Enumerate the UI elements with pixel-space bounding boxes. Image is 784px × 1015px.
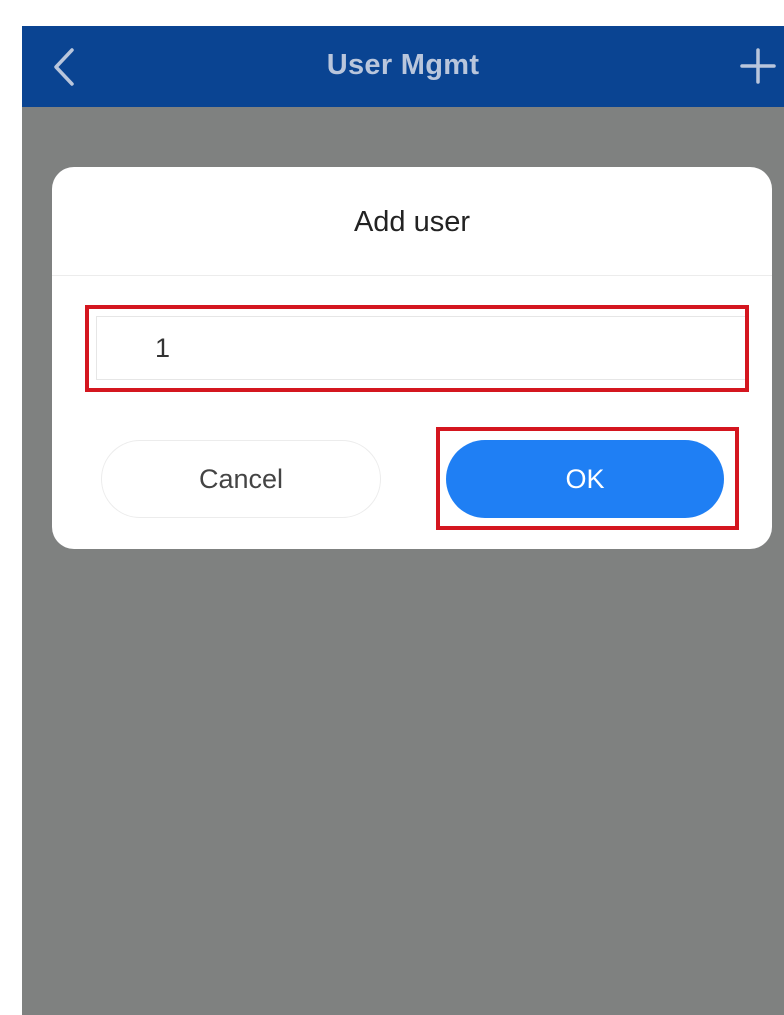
add-user-button[interactable] — [740, 48, 776, 84]
ok-button[interactable]: OK — [446, 440, 724, 518]
dialog-divider — [52, 275, 772, 276]
app-screen: User Mgmt Add user Cancel OK — [22, 26, 784, 1015]
cancel-button[interactable]: Cancel — [101, 440, 381, 518]
page-title: User Mgmt — [326, 49, 480, 81]
dialog-title: Add user — [353, 206, 471, 238]
username-input[interactable] — [96, 316, 746, 380]
plus-icon — [740, 48, 776, 84]
top-navigation-bar: User Mgmt — [22, 26, 784, 107]
add-user-dialog: Add user Cancel OK — [52, 167, 772, 549]
